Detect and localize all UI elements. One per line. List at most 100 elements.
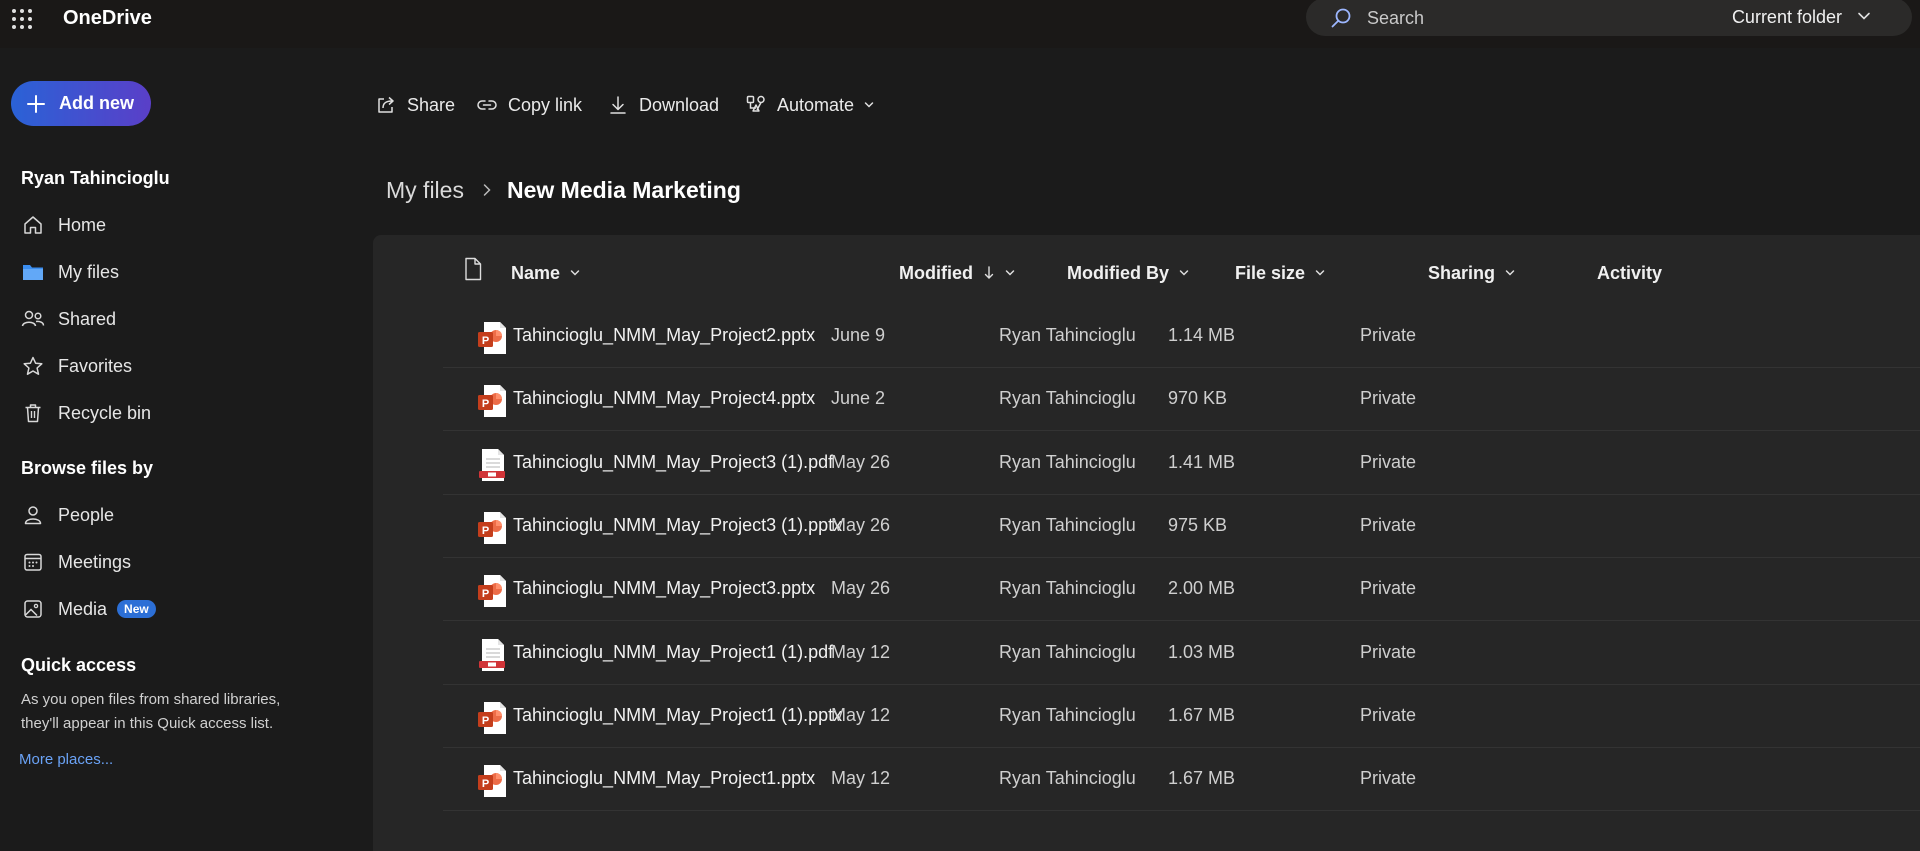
modified-date: May 12	[831, 768, 891, 789]
chevron-right-icon	[483, 184, 491, 196]
table-row[interactable]: P Tahincioglu_NMM_May_Project3 (1).pptx M…	[443, 495, 1920, 558]
sidebar-item-label: My files	[58, 261, 120, 282]
breadcrumb-my-files[interactable]: My files	[386, 177, 464, 204]
file-name-link[interactable]: Tahincioglu_NMM_May_Project3 (1).pptx	[513, 515, 842, 536]
more-places-link[interactable]: More places...	[19, 751, 113, 768]
file-size: 970 KB	[1168, 388, 1228, 409]
powerpoint-file-icon: P	[476, 700, 508, 736]
image-icon	[21, 597, 45, 621]
chevron-down-icon	[1315, 270, 1325, 276]
file-name-link[interactable]: Tahincioglu_NMM_May_Project1 (1).pptx	[513, 705, 842, 726]
table-row[interactable]: Tahincioglu_NMM_May_Project1 (1).pdf May …	[443, 622, 1920, 685]
modified-date: June 9	[831, 325, 886, 345]
modified-by: Ryan Tahincioglu	[999, 451, 1136, 472]
chevron-down-icon	[1505, 270, 1515, 276]
column-header-modified-by[interactable]: Modified By	[1067, 259, 1190, 287]
modified-by: Ryan Tahincioglu	[999, 388, 1136, 409]
file-name-link[interactable]: Tahincioglu_NMM_May_Project1.pptx	[513, 768, 815, 789]
column-header-file-size[interactable]: File size	[1235, 259, 1326, 287]
plus-icon	[27, 94, 45, 113]
app-launcher-icon[interactable]	[11, 8, 33, 30]
file-size: 1.03 MB	[1168, 641, 1236, 662]
user-name-heading: Ryan Tahincioglu	[21, 168, 170, 188]
sidebar-item-home[interactable]: Home	[21, 207, 351, 243]
column-header-activity[interactable]: Activity	[1597, 259, 1662, 287]
sidebar-item-label: Recycle bin	[58, 402, 152, 423]
browse-files-heading: Browse files by	[21, 458, 154, 478]
add-new-label: Add new	[59, 93, 134, 113]
powerpoint-file-icon: P	[476, 573, 508, 609]
people-icon	[21, 307, 45, 331]
top-bar: OneDrive Search Current folder	[0, 0, 1920, 48]
sidebar-item-meetings[interactable]: Meetings	[21, 544, 351, 580]
home-icon	[21, 213, 45, 237]
file-name-link[interactable]: Tahincioglu_NMM_May_Project3.pptx	[513, 578, 815, 599]
modified-by: Ryan Tahincioglu	[999, 578, 1136, 599]
modified-by: Ryan Tahincioglu	[999, 514, 1136, 535]
sidebar-item-recycle-bin[interactable]: Recycle bin	[21, 395, 351, 431]
modified-date: May 26	[831, 578, 891, 599]
share-button[interactable]: Share	[375, 88, 455, 122]
pdf-file-icon	[476, 637, 508, 673]
chevron-down-icon	[1179, 270, 1189, 276]
modified-by: Ryan Tahincioglu	[999, 641, 1136, 662]
calendar-icon	[21, 550, 45, 574]
svg-text:P: P	[482, 335, 489, 347]
copy-link-button[interactable]: Copy link	[476, 88, 582, 122]
modified-date: June 2	[831, 388, 886, 409]
star-icon	[21, 354, 45, 378]
sidebar-item-people[interactable]: People	[21, 497, 351, 533]
sidebar-item-my-files[interactable]: My files	[21, 254, 351, 290]
table-row[interactable]: P Tahincioglu_NMM_May_Project1.pptx May 1…	[443, 748, 1920, 812]
modified-by: Ryan Tahincioglu	[999, 325, 1136, 345]
svg-text:P: P	[482, 588, 489, 600]
share-icon	[375, 94, 397, 116]
file-name-link[interactable]: Tahincioglu_NMM_May_Project3 (1).pdf	[513, 452, 833, 473]
column-header-sharing[interactable]: Sharing	[1428, 259, 1516, 287]
column-header-modified[interactable]: Modified	[899, 259, 1016, 287]
chevron-down-icon	[1005, 270, 1015, 276]
copy-link-label: Copy link	[508, 94, 583, 115]
arrow-down-icon	[984, 266, 994, 279]
automate-label: Automate	[777, 94, 855, 115]
sidebar-item-label: Favorites	[58, 355, 133, 376]
sidebar: Add new Ryan Tahincioglu Home My files S…	[0, 48, 372, 851]
search-scope-dropdown[interactable]: Current folder	[1732, 7, 1842, 28]
sidebar-item-label: Media	[58, 598, 108, 619]
modified-date: May 26	[831, 451, 891, 472]
column-header-name[interactable]: Name	[511, 259, 581, 287]
search-box[interactable]: Search Current folder	[1306, 0, 1912, 36]
search-icon	[1331, 8, 1351, 28]
table-row[interactable]: P Tahincioglu_NMM_May_Project2.pptx June …	[443, 305, 1920, 368]
sidebar-item-label: Shared	[58, 308, 117, 329]
breadcrumb-current-folder: New Media Marketing	[507, 177, 741, 203]
add-new-button[interactable]: Add new	[11, 81, 151, 126]
sidebar-item-media[interactable]: Media New	[21, 591, 351, 627]
sidebar-item-shared[interactable]: Shared	[21, 301, 351, 337]
file-size: 1.67 MB	[1168, 768, 1236, 789]
folder-icon	[21, 260, 45, 284]
table-row[interactable]: P Tahincioglu_NMM_May_Project3.pptx May 2…	[443, 558, 1920, 622]
quick-access-heading: Quick access	[21, 655, 137, 675]
file-size: 1.41 MB	[1168, 451, 1236, 472]
powerpoint-file-icon: P	[476, 383, 508, 419]
app-title[interactable]: OneDrive	[63, 7, 152, 30]
search-input[interactable]: Search	[1367, 8, 1424, 29]
quick-access-description: As you open files from shared libraries,…	[21, 691, 281, 732]
file-size: 2.00 MB	[1168, 578, 1236, 599]
file-name-link[interactable]: Tahincioglu_NMM_May_Project4.pptx	[513, 388, 815, 409]
sharing-status: Private	[1360, 641, 1417, 662]
table-row[interactable]: Tahincioglu_NMM_May_Project3 (1).pdf May …	[443, 432, 1920, 495]
sidebar-item-favorites[interactable]: Favorites	[21, 348, 351, 384]
svg-text:P: P	[482, 398, 489, 410]
file-name-link[interactable]: Tahincioglu_NMM_May_Project2.pptx	[513, 325, 815, 346]
link-icon	[476, 94, 498, 116]
download-button[interactable]: Download	[607, 88, 719, 122]
file-name-link[interactable]: Tahincioglu_NMM_May_Project1 (1).pdf	[513, 642, 833, 663]
automate-icon	[745, 94, 767, 116]
chevron-down-icon[interactable]	[1856, 8, 1872, 24]
table-row[interactable]: P Tahincioglu_NMM_May_Project4.pptx June …	[443, 368, 1920, 432]
file-type-column-icon[interactable]	[463, 257, 483, 281]
automate-button[interactable]: Automate	[745, 88, 875, 122]
table-row[interactable]: P Tahincioglu_NMM_May_Project1 (1).pptx M…	[443, 685, 1920, 748]
